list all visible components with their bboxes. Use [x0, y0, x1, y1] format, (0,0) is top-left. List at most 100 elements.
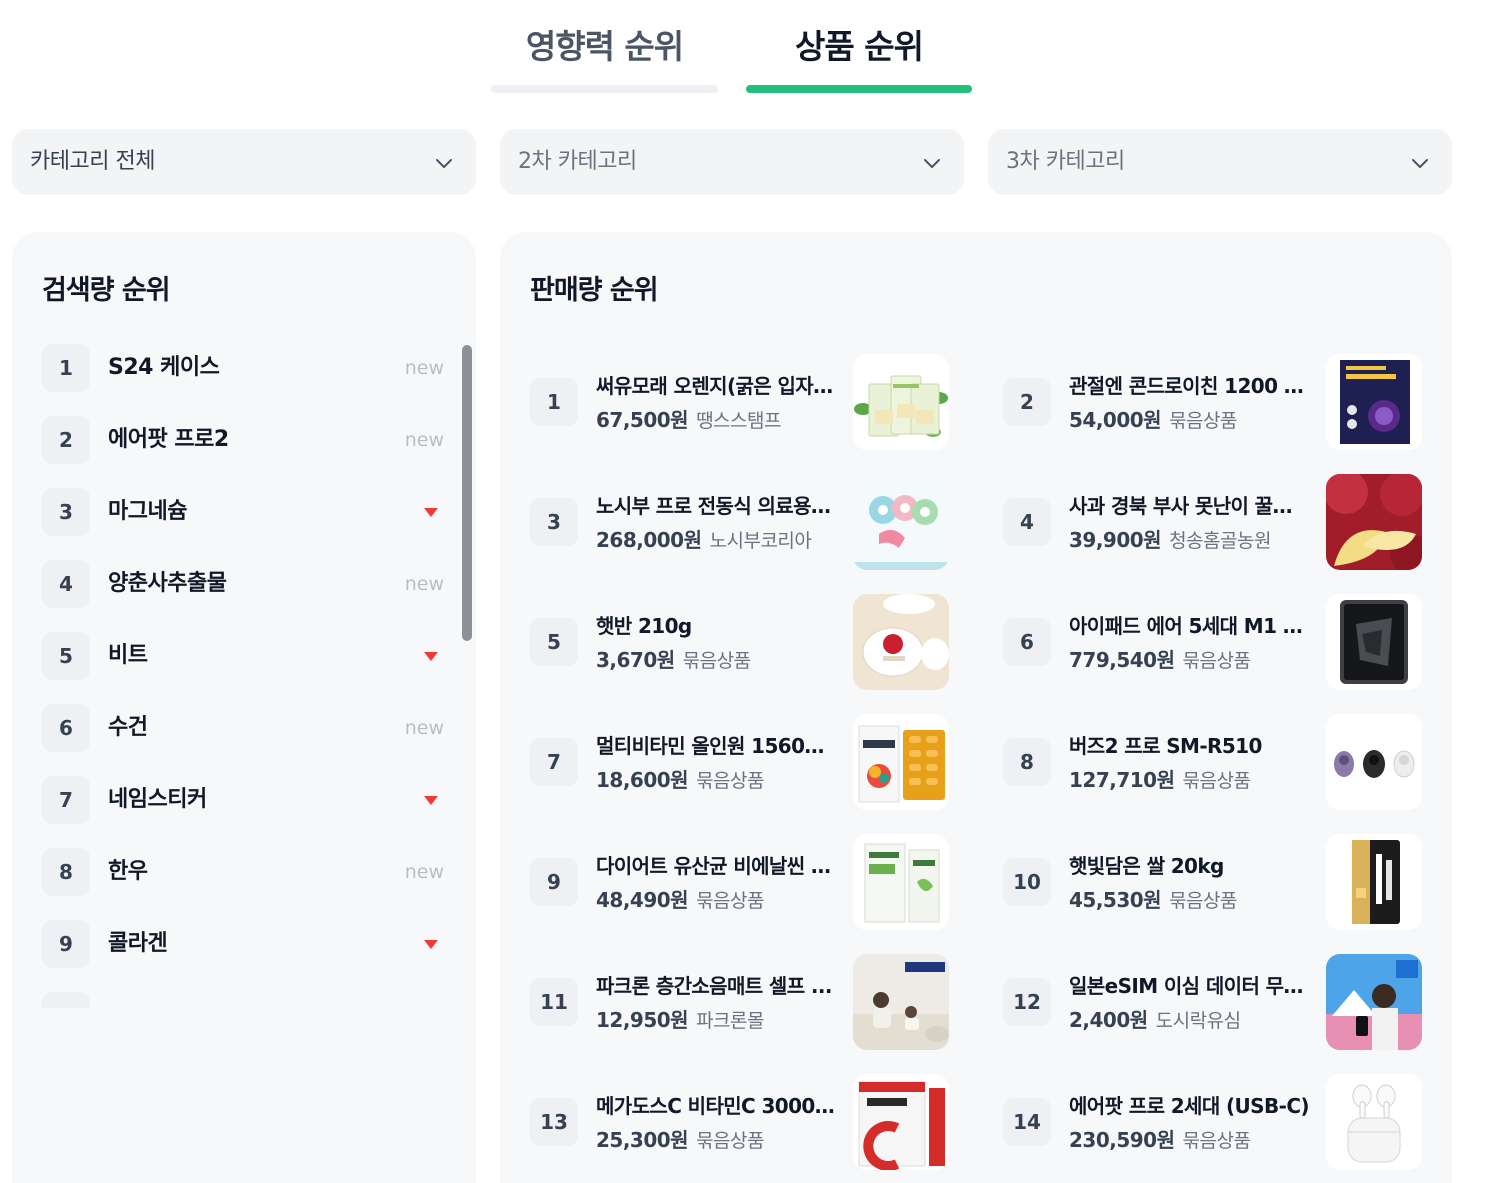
scrollbar-thumb[interactable]	[462, 345, 472, 641]
product-name: 햇빛담은 쌀 20kg	[1069, 854, 1224, 878]
product-name: 써유모래 오렌지(굵은 입자)...	[596, 374, 836, 398]
search-ranking-panel: 검색량 순위 1 S24 케이스 new 2 에어팟 프로2 new 3 마그네슘 4 양춘사추출…	[12, 232, 476, 1183]
search-rank-item[interactable]: 9 콜라겐	[42, 920, 452, 968]
search-rank-item[interactable]: 8 한우 new	[42, 848, 452, 896]
sand-bags-thumbnail[interactable]	[853, 354, 949, 450]
seller-name: 묶음상품	[696, 1130, 764, 1152]
third-category-select-value: 3차 카테고리	[1006, 149, 1125, 174]
product-price: 18,600원	[596, 768, 689, 792]
rank-number: 5	[530, 618, 578, 666]
chevron-down-icon	[1412, 159, 1428, 168]
vitamin-c-box-thumbnail[interactable]	[853, 1074, 949, 1170]
rank-number: 9	[42, 920, 90, 968]
esim-promo-thumbnail[interactable]	[1326, 954, 1422, 1050]
product-price-row: 39,900원 청송홈골농원	[1069, 524, 1271, 553]
status-new-badge: new	[404, 429, 444, 451]
search-rank-item[interactable]: 1 S24 케이스 new	[42, 344, 452, 392]
sales-rank-item[interactable]: 10 햇빛담은 쌀 20kg 45,530원 묶음상품	[1003, 834, 1423, 930]
keyword-label: S24 케이스	[108, 355, 220, 380]
category-select-value: 카테고리 전체	[30, 149, 155, 174]
keyword-label: 네임스티커	[108, 787, 207, 812]
search-ranking-title: 검색량 순위	[42, 275, 171, 306]
seller-name: 청송홈골농원	[1169, 530, 1271, 552]
product-price-row: 127,710원 묶음상품	[1069, 764, 1251, 793]
sales-ranking-panel: 판매량 순위 1 써유모래 오렌지(굵은 입자)... 67,500원 땡스스탬프 2 관…	[500, 232, 1452, 1183]
seller-name: 노시부코리아	[709, 530, 812, 552]
product-name: 다이어트 유산균 비에날씬 4...	[596, 854, 836, 878]
product-price-row: 48,490원 묶음상품	[596, 884, 764, 913]
rice-bag-thumbnail[interactable]	[1326, 834, 1422, 930]
sales-rank-item[interactable]: 3 노시부 프로 전동식 의료용 ... 268,000원 노시부코리아	[530, 474, 950, 570]
status-new-badge: new	[404, 717, 444, 739]
tab-product-ranking[interactable]: 상품 순위	[746, 22, 972, 94]
seller-name: 파크론몰	[696, 1010, 764, 1032]
earbuds-thumbnail[interactable]	[1326, 714, 1422, 810]
seller-name: 묶음상품	[1182, 770, 1251, 792]
rank-number: 1	[42, 344, 90, 392]
search-rank-item[interactable]: 4 양춘사추출물 new	[42, 560, 452, 608]
product-price-row: 25,300원 묶음상품	[596, 1124, 764, 1153]
product-price-row: 779,540원 묶음상품	[1069, 644, 1251, 673]
tab-underline	[491, 85, 718, 93]
product-name: 사과 경북 부사 못난이 꿀사...	[1069, 494, 1309, 518]
search-rank-item[interactable]: 6 수건 new	[42, 704, 452, 752]
probiotic-box-thumbnail[interactable]	[853, 834, 949, 930]
search-rank-item[interactable]: 7 네임스티커	[42, 776, 452, 824]
third-category-select[interactable]: 3차 카테고리	[988, 129, 1452, 195]
product-price: 127,710원	[1069, 768, 1175, 792]
search-rank-item[interactable]: 5 비트	[42, 632, 452, 680]
sales-rank-item[interactable]: 1 써유모래 오렌지(굵은 입자)... 67,500원 땡스스탬프	[530, 354, 950, 450]
product-price: 230,590원	[1069, 1128, 1175, 1152]
keyword-label: 수건	[108, 715, 148, 740]
keyword-label: 한우	[108, 859, 148, 884]
apple-thumbnail[interactable]	[1326, 474, 1422, 570]
sales-rank-item[interactable]: 9 다이어트 유산균 비에날씬 4... 48,490원 묶음상품	[530, 834, 950, 930]
status-new-badge: new	[404, 357, 444, 379]
sales-rank-item[interactable]: 8 버즈2 프로 SM-R510 127,710원 묶음상품	[1003, 714, 1423, 810]
product-price: 67,500원	[596, 408, 689, 432]
category-select[interactable]: 카테고리 전체	[12, 129, 476, 195]
rank-number: 12	[1003, 978, 1051, 1026]
seller-name: 도시락유심	[1155, 1010, 1241, 1032]
product-price: 25,300원	[596, 1128, 689, 1152]
supplement-box-thumbnail[interactable]	[1326, 354, 1422, 450]
rank-down-icon	[424, 508, 438, 517]
sales-rank-item[interactable]: 5 햇반 210g 3,670원 묶음상품	[530, 594, 950, 690]
rank-number: 2	[42, 416, 90, 464]
seller-name: 묶음상품	[696, 890, 764, 912]
sales-rank-item[interactable]: 14 에어팟 프로 2세대 (USB-C) 230,590원 묶음상품	[1003, 1074, 1423, 1170]
tablet-thumbnail[interactable]	[1326, 594, 1422, 690]
sales-rank-item[interactable]: 2 관절엔 콘드로이친 1200 9... 54,000원 묶음상품	[1003, 354, 1423, 450]
floor-mat-thumbnail[interactable]	[853, 954, 949, 1050]
sales-rank-item[interactable]: 11 파크론 층간소음매트 셀프 ... 12,950원 파크론몰	[530, 954, 950, 1050]
product-name: 파크론 층간소음매트 셀프 ...	[596, 974, 832, 998]
product-price: 45,530원	[1069, 888, 1162, 912]
subcategory-select[interactable]: 2차 카테고리	[500, 129, 964, 195]
vitamin-pack-thumbnail[interactable]	[853, 714, 949, 810]
rank-number: 10	[1003, 858, 1051, 906]
nasal-aspirator-thumbnail[interactable]	[853, 474, 949, 570]
search-rank-item[interactable]: 2 에어팟 프로2 new	[42, 416, 452, 464]
seller-name: 묶음상품	[696, 770, 764, 792]
product-price: 268,000원	[596, 528, 702, 552]
product-price: 39,900원	[1069, 528, 1162, 552]
product-price: 2,400원	[1069, 1008, 1148, 1032]
sales-rank-item[interactable]: 7 멀티비타민 올인원 1560m... 18,600원 묶음상품	[530, 714, 950, 810]
rice-bowl-thumbnail[interactable]	[853, 594, 949, 690]
tab-label: 상품 순위	[795, 27, 924, 66]
seller-name: 묶음상품	[682, 650, 751, 672]
product-name: 노시부 프로 전동식 의료용 ...	[596, 494, 836, 518]
product-name: 일본eSIM 이심 데이터 무제...	[1069, 974, 1309, 998]
sales-rank-item[interactable]: 6 아이패드 에어 5세대 M1 W... 779,540원 묶음상품	[1003, 594, 1423, 690]
sales-rank-item[interactable]: 13 메가도스C 비타민C 3000 ... 25,300원 묶음상품	[530, 1074, 950, 1170]
product-price: 12,950원	[596, 1008, 689, 1032]
product-price: 3,670원	[596, 648, 675, 672]
sales-rank-item[interactable]: 12 일본eSIM 이심 데이터 무제... 2,400원 도시락유심	[1003, 954, 1423, 1050]
airpods-thumbnail[interactable]	[1326, 1074, 1422, 1170]
seller-name: 묶음상품	[1182, 650, 1251, 672]
status-new-badge: new	[404, 573, 444, 595]
sales-rank-item[interactable]: 4 사과 경북 부사 못난이 꿀사... 39,900원 청송홈골농원	[1003, 474, 1423, 570]
search-rank-item[interactable]: 3 마그네슘	[42, 488, 452, 536]
rank-number: 6	[42, 704, 90, 752]
tab-influence-ranking[interactable]: 영향력 순위	[491, 22, 718, 94]
